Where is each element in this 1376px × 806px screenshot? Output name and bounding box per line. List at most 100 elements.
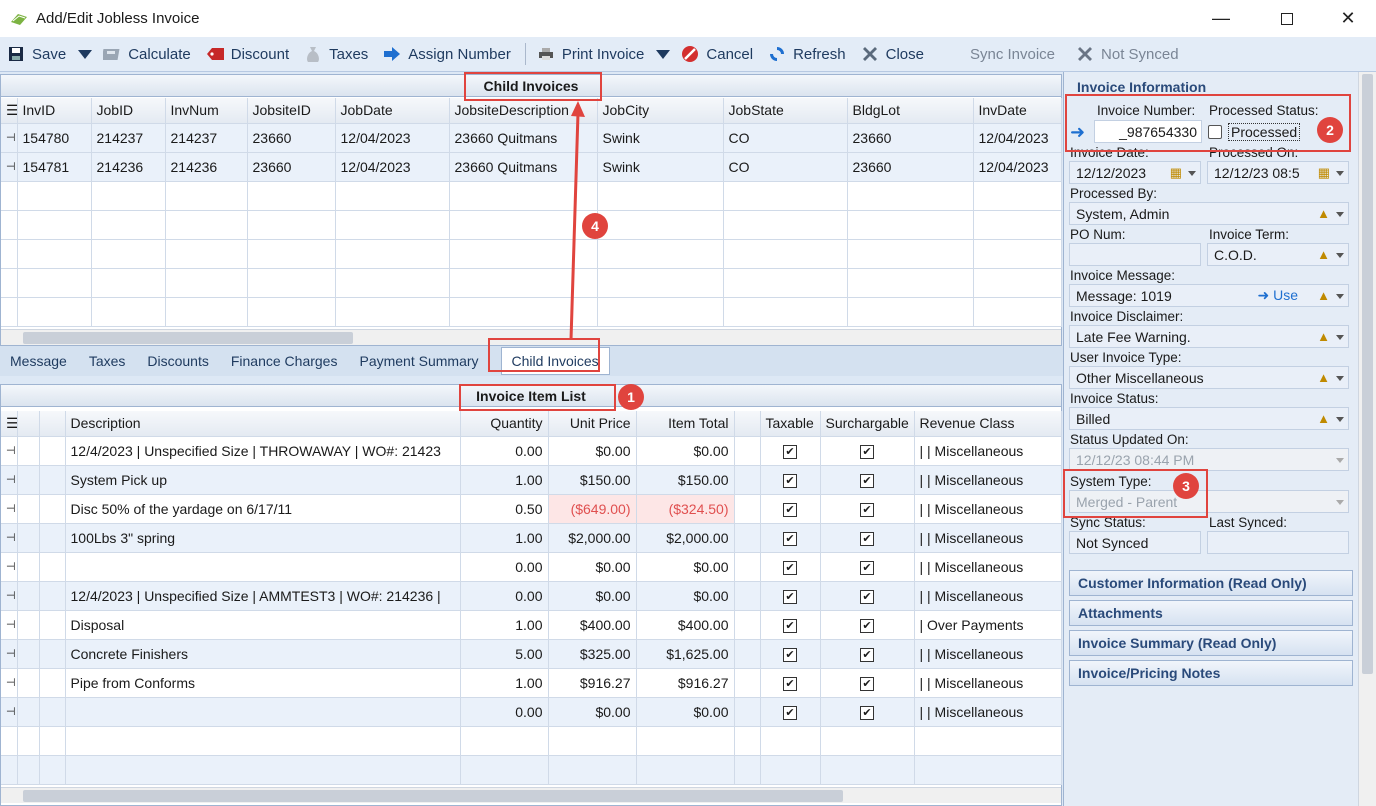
table-cell[interactable]	[91, 210, 166, 240]
po-num-field[interactable]	[1069, 243, 1201, 266]
surchargable-cell[interactable]: ✔	[820, 523, 915, 553]
column-header[interactable]: JobState	[723, 98, 848, 124]
column-header[interactable]: InvDate	[973, 98, 1062, 124]
child-invoices-hscrollbar[interactable]	[1, 329, 1061, 345]
table-row[interactable]	[1, 181, 1062, 211]
picker-icon[interactable]: ▲	[1317, 288, 1330, 303]
calendar-icon[interactable]: ▦	[1318, 165, 1330, 181]
table-cell[interactable]	[17, 697, 40, 727]
description-cell[interactable]: Concrete Finishers	[65, 639, 461, 669]
table-cell[interactable]: 12/04/2023	[973, 123, 1062, 153]
picker-icon[interactable]: ▲	[1317, 329, 1330, 344]
quantity-cell[interactable]: 5.00	[460, 639, 549, 669]
user-invoice-type-field[interactable]: Other Miscellaneous ▲	[1069, 366, 1349, 389]
table-cell[interactable]	[460, 755, 549, 785]
taxable-cell[interactable]: ✔	[760, 697, 821, 727]
quantity-cell[interactable]: 1.00	[460, 610, 549, 640]
revenue-class-cell[interactable]: | | Miscellaneous	[914, 639, 1062, 669]
table-cell[interactable]	[17, 581, 40, 611]
revenue-class-cell[interactable]: | | Miscellaneous	[914, 436, 1062, 466]
scrollbar-thumb[interactable]	[23, 332, 353, 344]
table-row[interactable]: ⊣ 154781 214236 214236 23660 12/04/2023 23660 …	[1, 152, 1062, 182]
table-cell[interactable]: 12/04/2023	[335, 152, 450, 182]
revenue-class-cell[interactable]: | Over Payments	[914, 610, 1062, 640]
surchargable-cell[interactable]: ✔	[820, 494, 915, 524]
table-cell[interactable]: 23660	[847, 123, 974, 153]
row-pin-icon[interactable]: ⊣	[1, 552, 18, 582]
revenue-class-cell[interactable]: | | Miscellaneous	[914, 494, 1062, 524]
row-pin-icon[interactable]: ⊣	[1, 639, 18, 669]
minimize-button[interactable]: —	[1198, 0, 1244, 37]
table-cell[interactable]	[734, 755, 761, 785]
item-total-cell[interactable]: $0.00	[636, 697, 735, 727]
use-button[interactable]: ➜ Use	[1257, 287, 1298, 304]
table-cell[interactable]: 214236	[165, 152, 248, 182]
checkbox-checked-icon[interactable]: ✔	[860, 532, 874, 546]
description-cell[interactable]: Disposal	[65, 610, 461, 640]
table-cell[interactable]: Swink	[597, 123, 724, 153]
table-cell[interactable]	[39, 523, 66, 553]
column-header[interactable]: Item Total	[636, 411, 735, 437]
checkbox-checked-icon[interactable]: ✔	[783, 619, 797, 633]
taxable-cell[interactable]: ✔	[760, 639, 821, 669]
table-cell[interactable]: 154780	[17, 123, 92, 153]
table-row[interactable]: ⊣ 154780 214237 214237 23660 12/04/2023 23660 …	[1, 123, 1062, 153]
row-pin-icon[interactable]	[1, 239, 18, 269]
checkbox-checked-icon[interactable]: ✔	[860, 619, 874, 633]
table-cell[interactable]	[636, 726, 735, 756]
chevron-down-icon[interactable]	[1336, 171, 1344, 176]
table-cell[interactable]	[597, 239, 724, 269]
column-header[interactable]: JobsiteID	[247, 98, 336, 124]
section-header[interactable]: Attachments	[1069, 600, 1353, 626]
table-cell[interactable]	[723, 268, 848, 298]
description-cell[interactable]	[65, 697, 461, 727]
section-header[interactable]: Customer Information (Read Only)	[1069, 570, 1353, 596]
chevron-down-icon[interactable]	[1336, 417, 1344, 422]
table-cell[interactable]	[820, 755, 915, 785]
table-cell[interactable]	[17, 668, 40, 698]
table-cell[interactable]	[820, 726, 915, 756]
table-cell[interactable]: 12/04/2023	[973, 152, 1062, 182]
table-row[interactable]	[1, 210, 1062, 240]
table-cell[interactable]	[760, 726, 821, 756]
quantity-cell[interactable]: 0.00	[460, 552, 549, 582]
picker-icon[interactable]: ▲	[1317, 206, 1330, 221]
unit-price-cell[interactable]: $0.00	[548, 552, 637, 582]
surchargable-cell[interactable]: ✔	[820, 552, 915, 582]
row-pin-icon[interactable]	[1, 755, 18, 785]
close-window-button[interactable]: ✕	[1325, 0, 1371, 37]
unit-price-cell[interactable]: $916.27	[548, 668, 637, 698]
table-cell[interactable]	[847, 210, 974, 240]
column-header[interactable]: InvNum	[165, 98, 248, 124]
table-cell[interactable]	[165, 210, 248, 240]
table-cell[interactable]	[39, 552, 66, 582]
table-cell[interactable]	[91, 181, 166, 211]
table-cell[interactable]	[335, 268, 450, 298]
table-cell[interactable]	[636, 755, 735, 785]
item-total-cell[interactable]: $0.00	[636, 552, 735, 582]
tab-message[interactable]: Message	[10, 353, 67, 369]
taxable-cell[interactable]: ✔	[760, 465, 821, 495]
taxable-cell[interactable]: ✔	[760, 668, 821, 698]
item-total-cell[interactable]: $150.00	[636, 465, 735, 495]
unit-price-cell[interactable]: $400.00	[548, 610, 637, 640]
revenue-class-cell[interactable]: | | Miscellaneous	[914, 581, 1062, 611]
table-cell[interactable]	[247, 181, 336, 211]
unit-price-cell[interactable]: $0.00	[548, 436, 637, 466]
description-cell[interactable]: System Pick up	[65, 465, 461, 495]
table-cell[interactable]	[335, 239, 450, 269]
table-cell[interactable]	[17, 494, 40, 524]
tab-payment-summary[interactable]: Payment Summary	[359, 353, 478, 369]
tab-finance-charges[interactable]: Finance Charges	[231, 353, 338, 369]
invoice-message-field[interactable]: Message: 1019 ➜ Use ▲	[1069, 284, 1349, 307]
checkbox-checked-icon[interactable]: ✔	[783, 532, 797, 546]
description-cell[interactable]	[65, 552, 461, 582]
table-cell[interactable]	[39, 465, 66, 495]
table-cell[interactable]	[17, 297, 92, 327]
table-cell[interactable]	[548, 755, 637, 785]
table-cell[interactable]	[165, 239, 248, 269]
table-cell[interactable]	[723, 181, 848, 211]
table-cell[interactable]	[39, 726, 66, 756]
table-cell[interactable]	[847, 297, 974, 327]
table-cell[interactable]	[723, 297, 848, 327]
